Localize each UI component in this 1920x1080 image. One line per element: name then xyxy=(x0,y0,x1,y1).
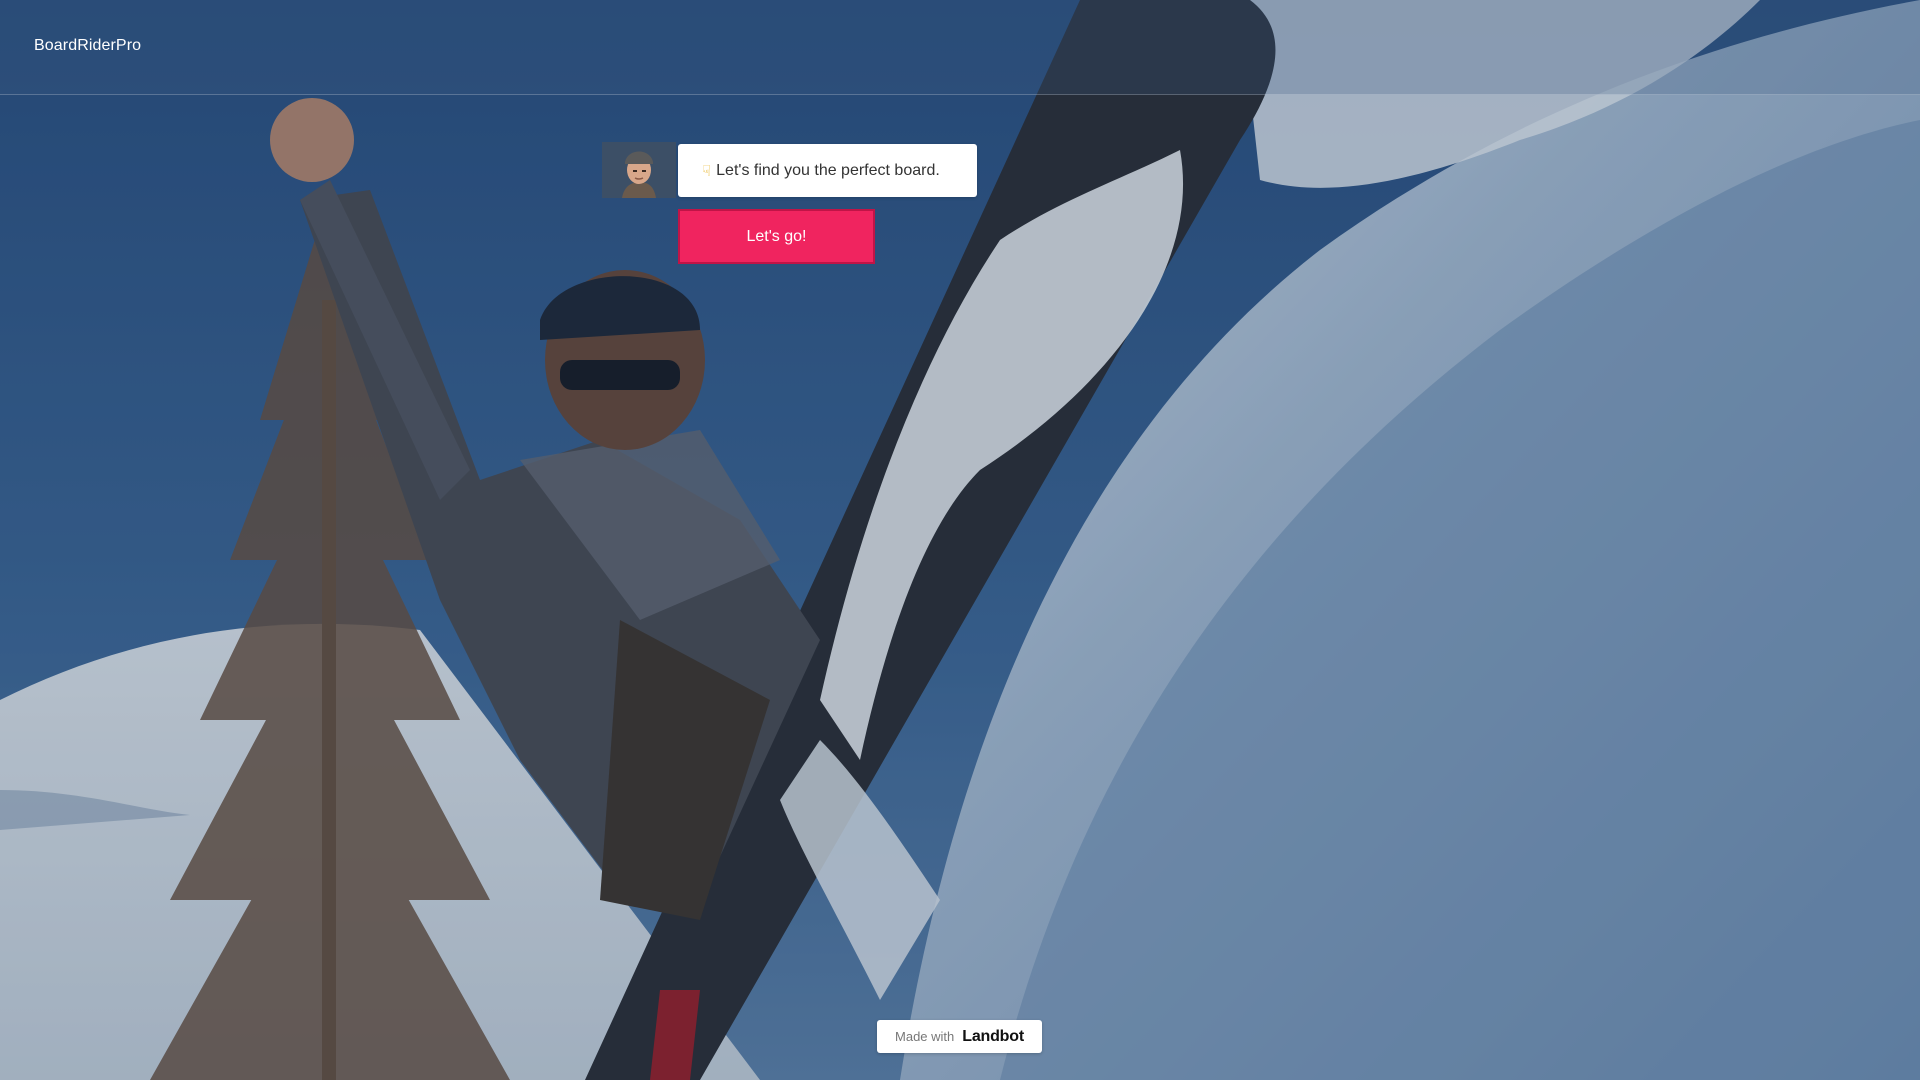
bot-avatar xyxy=(602,142,676,198)
landbot-logo: Landbot xyxy=(962,1027,1024,1045)
pointing-down-hand-icon: ☟ xyxy=(702,161,712,180)
avatar-icon xyxy=(602,142,676,198)
page: BoardRiderPro ☟ Let's find you the perfe… xyxy=(0,0,1920,1080)
lets-go-button[interactable]: Let's go! xyxy=(678,209,875,264)
lets-go-button-label: Let's go! xyxy=(746,227,807,245)
bot-message-text: Let's find you the perfect board. xyxy=(716,161,940,179)
made-with-landbot-badge[interactable]: Made with Landbot xyxy=(877,1020,1042,1053)
bot-message-bubble: ☟ Let's find you the perfect board. xyxy=(678,144,977,197)
made-with-label: Made with xyxy=(895,1029,955,1044)
brand-name: BoardRiderPro xyxy=(34,37,142,54)
top-bar: BoardRiderPro xyxy=(0,0,1920,95)
